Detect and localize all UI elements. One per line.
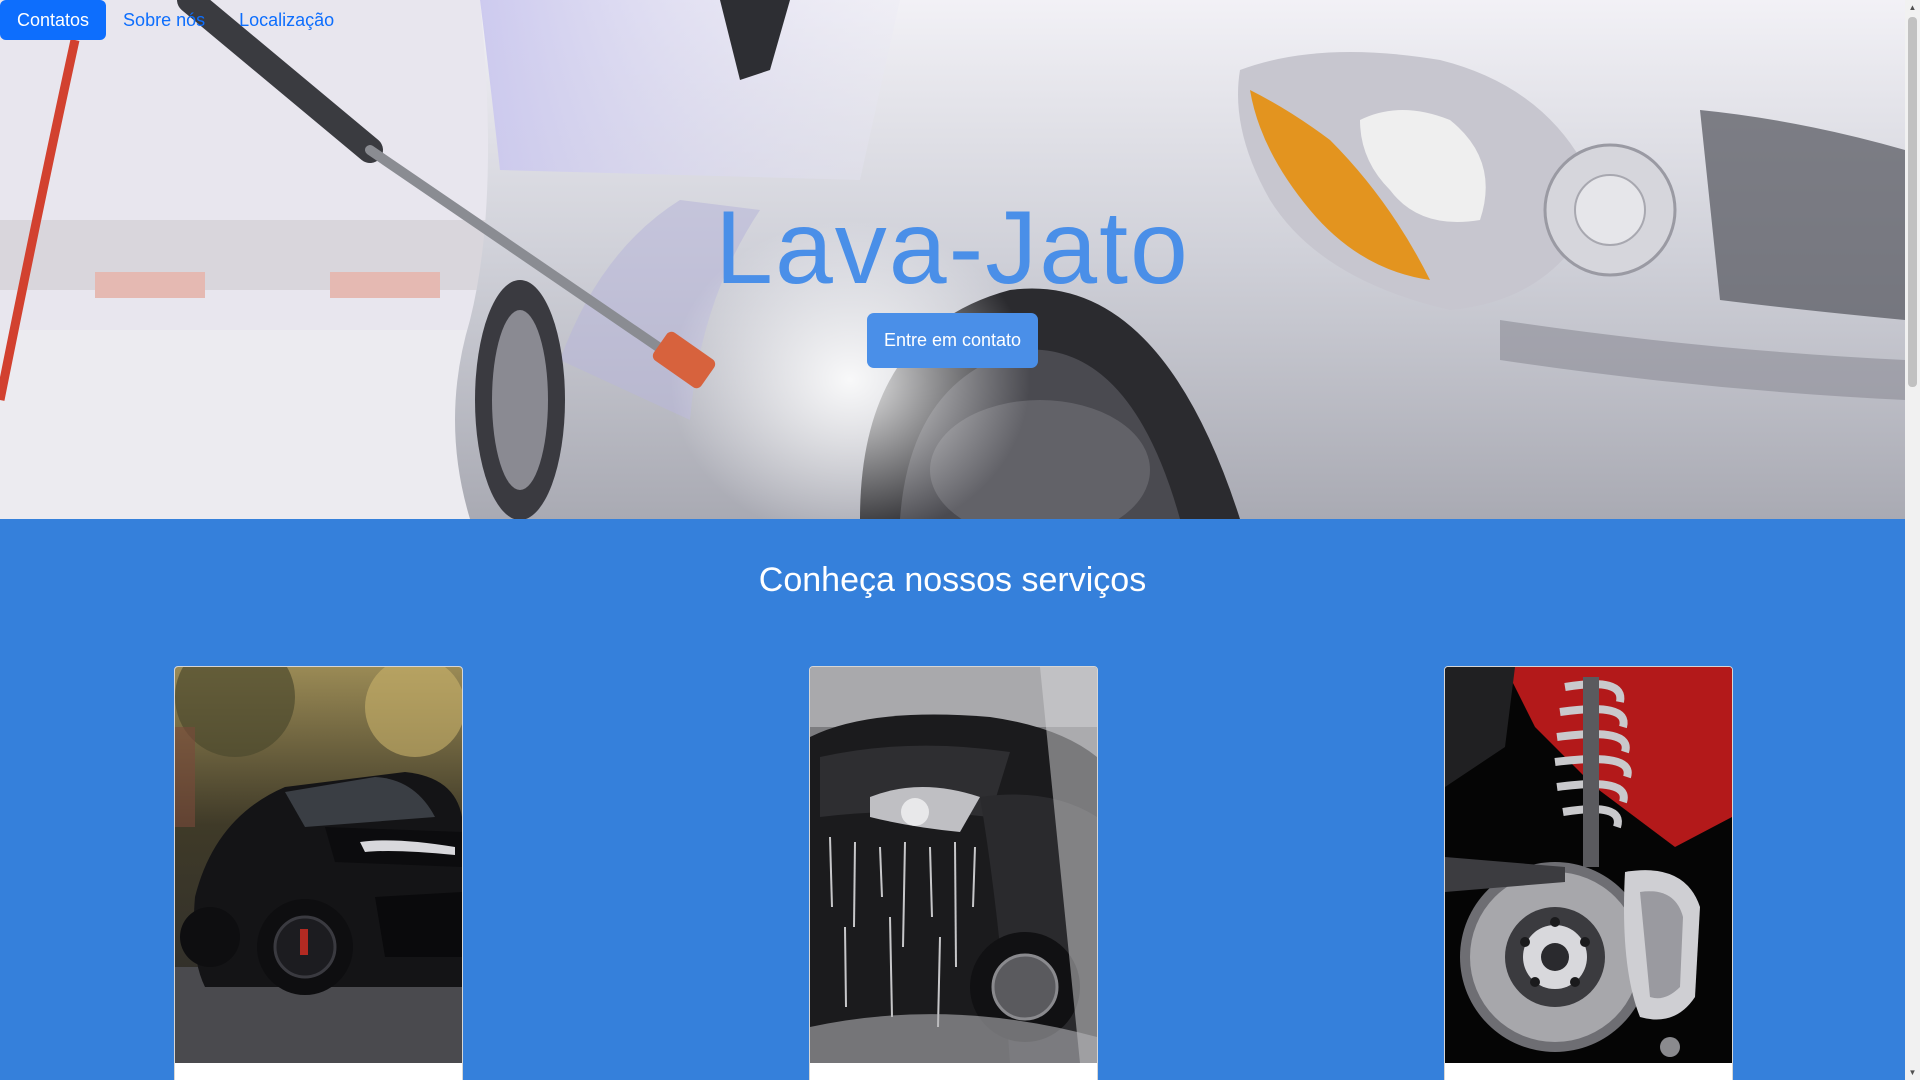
scroll-down-arrow-icon[interactable]: ▼ bbox=[1905, 1065, 1920, 1080]
contact-cta-button[interactable]: Entre em contato bbox=[867, 313, 1038, 368]
black-sports-car-image bbox=[175, 667, 462, 1063]
services-section: Conheça nossos serviços bbox=[0, 519, 1905, 1080]
nav-link-localizacao[interactable]: Localização bbox=[222, 0, 351, 40]
service-card-wash[interactable] bbox=[809, 666, 1098, 1080]
page-scrollbar[interactable]: ▲ ▼ bbox=[1905, 0, 1920, 1080]
services-title: Conheça nossos serviços bbox=[758, 561, 1147, 599]
scrollbar-thumb[interactable] bbox=[1908, 17, 1917, 387]
nav-link-contatos[interactable]: Contatos bbox=[0, 0, 107, 40]
top-nav: Contatos Sobre nós Localização bbox=[0, 0, 351, 40]
nav-link-sobre-nos[interactable]: Sobre nós bbox=[106, 0, 222, 40]
car-washing-foam-image bbox=[810, 667, 1097, 1063]
hero-section: Contatos Sobre nós Localização Lava-Jato… bbox=[0, 0, 1905, 519]
page: Contatos Sobre nós Localização Lava-Jato… bbox=[0, 0, 1920, 1080]
hero-title: Lava-Jato bbox=[715, 190, 1190, 306]
service-card-mechanic[interactable] bbox=[1444, 666, 1733, 1080]
scroll-up-arrow-icon[interactable]: ▲ bbox=[1905, 0, 1920, 15]
service-card-car[interactable] bbox=[174, 666, 463, 1080]
brake-suspension-image bbox=[1445, 667, 1732, 1063]
